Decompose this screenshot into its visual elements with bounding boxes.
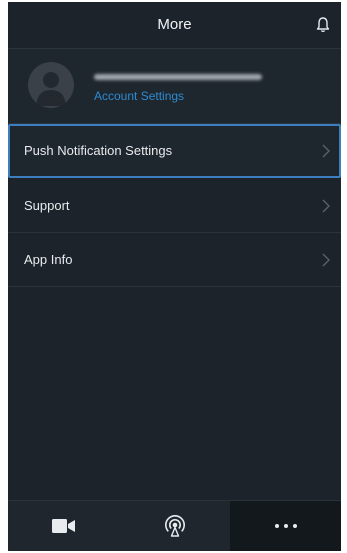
menu-item-push-notification-settings[interactable]: Push Notification Settings: [8, 124, 341, 178]
more-dots-icon: [274, 524, 297, 528]
tab-cameras[interactable]: [8, 501, 119, 551]
account-row[interactable]: Account Settings: [8, 49, 341, 124]
more-screen: More Account Settings Push Notification …: [8, 2, 341, 551]
menu-item-label: Support: [24, 198, 70, 213]
menu-item-label: App Info: [24, 252, 73, 267]
page-title: More: [157, 16, 192, 33]
tab-more[interactable]: [230, 501, 341, 551]
chevron-right-icon: [322, 253, 330, 267]
settings-menu: Push Notification Settings Support App I…: [8, 123, 341, 287]
chevron-right-icon: [322, 199, 330, 213]
user-avatar-icon: [28, 62, 74, 108]
menu-item-app-info[interactable]: App Info: [8, 233, 341, 287]
menu-item-label: Push Notification Settings: [24, 143, 173, 158]
tab-broadcast[interactable]: [119, 501, 230, 551]
bottom-tab-bar: [8, 500, 341, 551]
bell-icon[interactable]: [315, 16, 331, 34]
video-camera-icon: [51, 519, 75, 533]
header-bar: More: [8, 2, 341, 49]
menu-item-support[interactable]: Support: [8, 179, 341, 233]
account-email-redacted: [94, 74, 262, 80]
account-settings-link[interactable]: Account Settings: [94, 89, 184, 103]
chevron-right-icon: [322, 144, 330, 158]
broadcast-icon: [164, 515, 185, 537]
